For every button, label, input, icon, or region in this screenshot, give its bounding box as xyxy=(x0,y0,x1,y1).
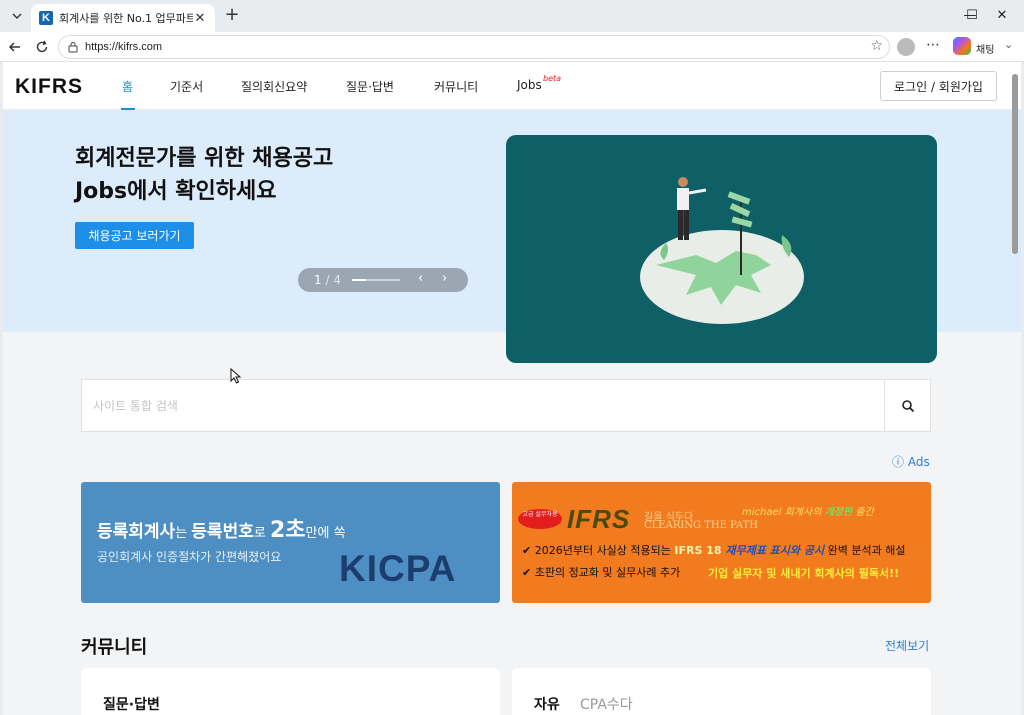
page-content: KIFRS 홈 기준서 질의회신요약 질문·답변 커뮤니티 Jobs beta … xyxy=(3,62,1021,715)
mouse-cursor-icon xyxy=(230,368,242,384)
nav-questions[interactable]: 질문·답변 xyxy=(346,78,394,95)
hero-slider-controls: 1 / 4 ‹ › xyxy=(298,268,468,292)
login-signup-button[interactable]: 로그인 / 회원가입 xyxy=(880,71,997,101)
browser-toolbar: https://kifrs.com ☆ ⋯ 채팅 ⌄ xyxy=(0,32,1024,62)
scrollbar-thumb[interactable] xyxy=(1012,74,1018,254)
arrow-left-icon xyxy=(8,42,20,52)
new-tab-button[interactable]: + xyxy=(222,6,242,26)
nav-home[interactable]: 홈 xyxy=(122,78,133,95)
title-part: 2초 xyxy=(269,518,306,543)
revised-edition-text: michael 회계사의 개정판 출간 xyxy=(742,503,874,518)
nav-qa-summary[interactable]: 질의회신요약 xyxy=(241,78,307,95)
browser-tab-active[interactable]: K 회계사를 위한 No.1 업무파트너 - I ✕ xyxy=(31,4,215,32)
see-all-link[interactable]: 전체보기 xyxy=(885,637,929,654)
hero-illustration[interactable] xyxy=(506,135,937,363)
back-button[interactable] xyxy=(4,36,26,58)
profile-avatar[interactable] xyxy=(897,38,915,56)
nav-standards[interactable]: 기준서 xyxy=(170,78,203,95)
more-options-icon[interactable]: ⋯ xyxy=(926,37,940,53)
chevron-down-icon xyxy=(12,13,22,19)
view-jobs-button[interactable]: 채용공고 보러가기 xyxy=(75,222,194,249)
slide-next-icon[interactable]: › xyxy=(442,271,447,286)
beta-badge: beta xyxy=(543,74,562,83)
nav-community[interactable]: 커뮤니티 xyxy=(434,78,478,95)
free-board-card: 자유 CPA수다 xyxy=(512,668,931,715)
title-part: 등록회계사 xyxy=(97,522,176,542)
site-header: KIFRS 홈 기준서 질의회신요약 질문·답변 커뮤니티 Jobs beta … xyxy=(3,62,1021,110)
slide-counter: 1 / 4 xyxy=(314,273,341,287)
book-tagline-english: CLEARING THE PATH xyxy=(644,520,758,531)
title-part: 만에 쏙 xyxy=(305,526,346,541)
book-feature-2: ✔ 초판의 정교화 및 실무사례 추가 xyxy=(522,566,681,579)
url-text: https://kifrs.com xyxy=(85,41,163,53)
book-highlight: 기업 실무자 및 새내기 회계사의 필독서!! xyxy=(708,567,900,580)
search-input[interactable] xyxy=(82,380,884,431)
tab-cpa-chat[interactable]: CPA수다 xyxy=(580,694,633,714)
crossroads-illustration xyxy=(640,177,804,324)
advanced-badge: 고급 실무자용 xyxy=(518,509,562,529)
nav-jobs[interactable]: Jobs xyxy=(517,78,542,92)
site-info-icon[interactable] xyxy=(67,41,79,53)
banner-left-title: 등록회계사는 등록번호로 2초만에 쏙 xyxy=(97,512,346,544)
ifrs-book-ad-banner[interactable]: 고급 실무자용 IFRS 길을 식두다 CLEARING THE PATH mi… xyxy=(512,482,931,603)
text-part: 개정판 xyxy=(824,507,853,518)
info-icon: ⓘ xyxy=(892,455,905,469)
title-part: 로 xyxy=(253,526,270,541)
banner-left-subtitle: 공인회계사 인증절차가 간편해졌어요 xyxy=(97,550,282,564)
slide-current: 1 xyxy=(314,273,322,287)
browser-tab-bar: K 회계사를 위한 No.1 업무파트너 - I ✕ + — ☐ ✕ xyxy=(0,0,1024,32)
qa-card-title[interactable]: 질문·답변 xyxy=(103,694,160,714)
community-section-title: 커뮤니티 xyxy=(81,637,148,658)
slide-progress xyxy=(352,279,400,281)
qa-card: 질문·답변 xyxy=(81,668,500,715)
favorite-star-icon[interactable]: ☆ xyxy=(870,38,883,54)
page-scrollbar[interactable] xyxy=(1011,66,1019,711)
ads-label[interactable]: ⓘ Ads xyxy=(892,453,930,470)
title-part: 등록번호 xyxy=(191,522,254,542)
hero-title-line2: Jobs에서 확인하세요 xyxy=(75,179,277,204)
reload-icon xyxy=(36,40,48,53)
address-bar[interactable]: https://kifrs.com ☆ xyxy=(58,35,890,59)
hero-title-line1: 회계전문가를 위한 채용공고 xyxy=(75,146,334,171)
book-feature-1: ✔ 2026년부터 사실상 적용되는 IFRS 18 재무제표 표시와 공시 완… xyxy=(522,542,905,558)
kicpa-logo: KICPA xyxy=(339,548,457,589)
copilot-icon[interactable] xyxy=(953,37,971,55)
reload-button[interactable] xyxy=(31,36,53,58)
site-logo[interactable]: KIFRS xyxy=(15,75,83,99)
slide-total: / 4 xyxy=(325,273,341,287)
slide-prev-icon[interactable]: ‹ xyxy=(418,271,423,286)
chat-label[interactable]: 채팅 xyxy=(976,41,994,56)
ads-text: Ads xyxy=(907,455,930,469)
text-part: IFRS 18 xyxy=(674,544,726,557)
tab-free[interactable]: 자유 xyxy=(534,694,560,714)
text-part: michael 회계사의 xyxy=(742,507,825,518)
site-favicon-icon: K xyxy=(39,11,53,25)
tab-close-icon[interactable]: ✕ xyxy=(193,11,207,26)
tab-list-button[interactable] xyxy=(6,5,28,27)
chevron-down-icon[interactable]: ⌄ xyxy=(1004,38,1013,51)
hero-title: 회계전문가를 위한 채용공고 Jobs에서 확인하세요 xyxy=(75,142,333,208)
search-button[interactable] xyxy=(884,380,930,431)
tab-title: 회계사를 위한 No.1 업무파트너 - I xyxy=(59,12,193,25)
text-part: 출간 xyxy=(852,507,874,518)
text-part: ✔ 2026년부터 사실상 적용되는 xyxy=(522,544,675,557)
site-search xyxy=(81,379,931,432)
text-part: 완벽 분석과 해설 xyxy=(824,544,906,557)
title-part: 는 xyxy=(175,526,192,541)
close-window-button[interactable]: ✕ xyxy=(980,4,1024,28)
ifrs-logo: IFRS xyxy=(567,504,631,534)
text-part: 재무제표 표시와 공시 xyxy=(725,544,825,557)
kicpa-ad-banner[interactable]: 등록회계사는 등록번호로 2초만에 쏙 공인회계사 인증절차가 간편해졌어요 K… xyxy=(81,482,500,603)
search-icon xyxy=(901,399,914,412)
